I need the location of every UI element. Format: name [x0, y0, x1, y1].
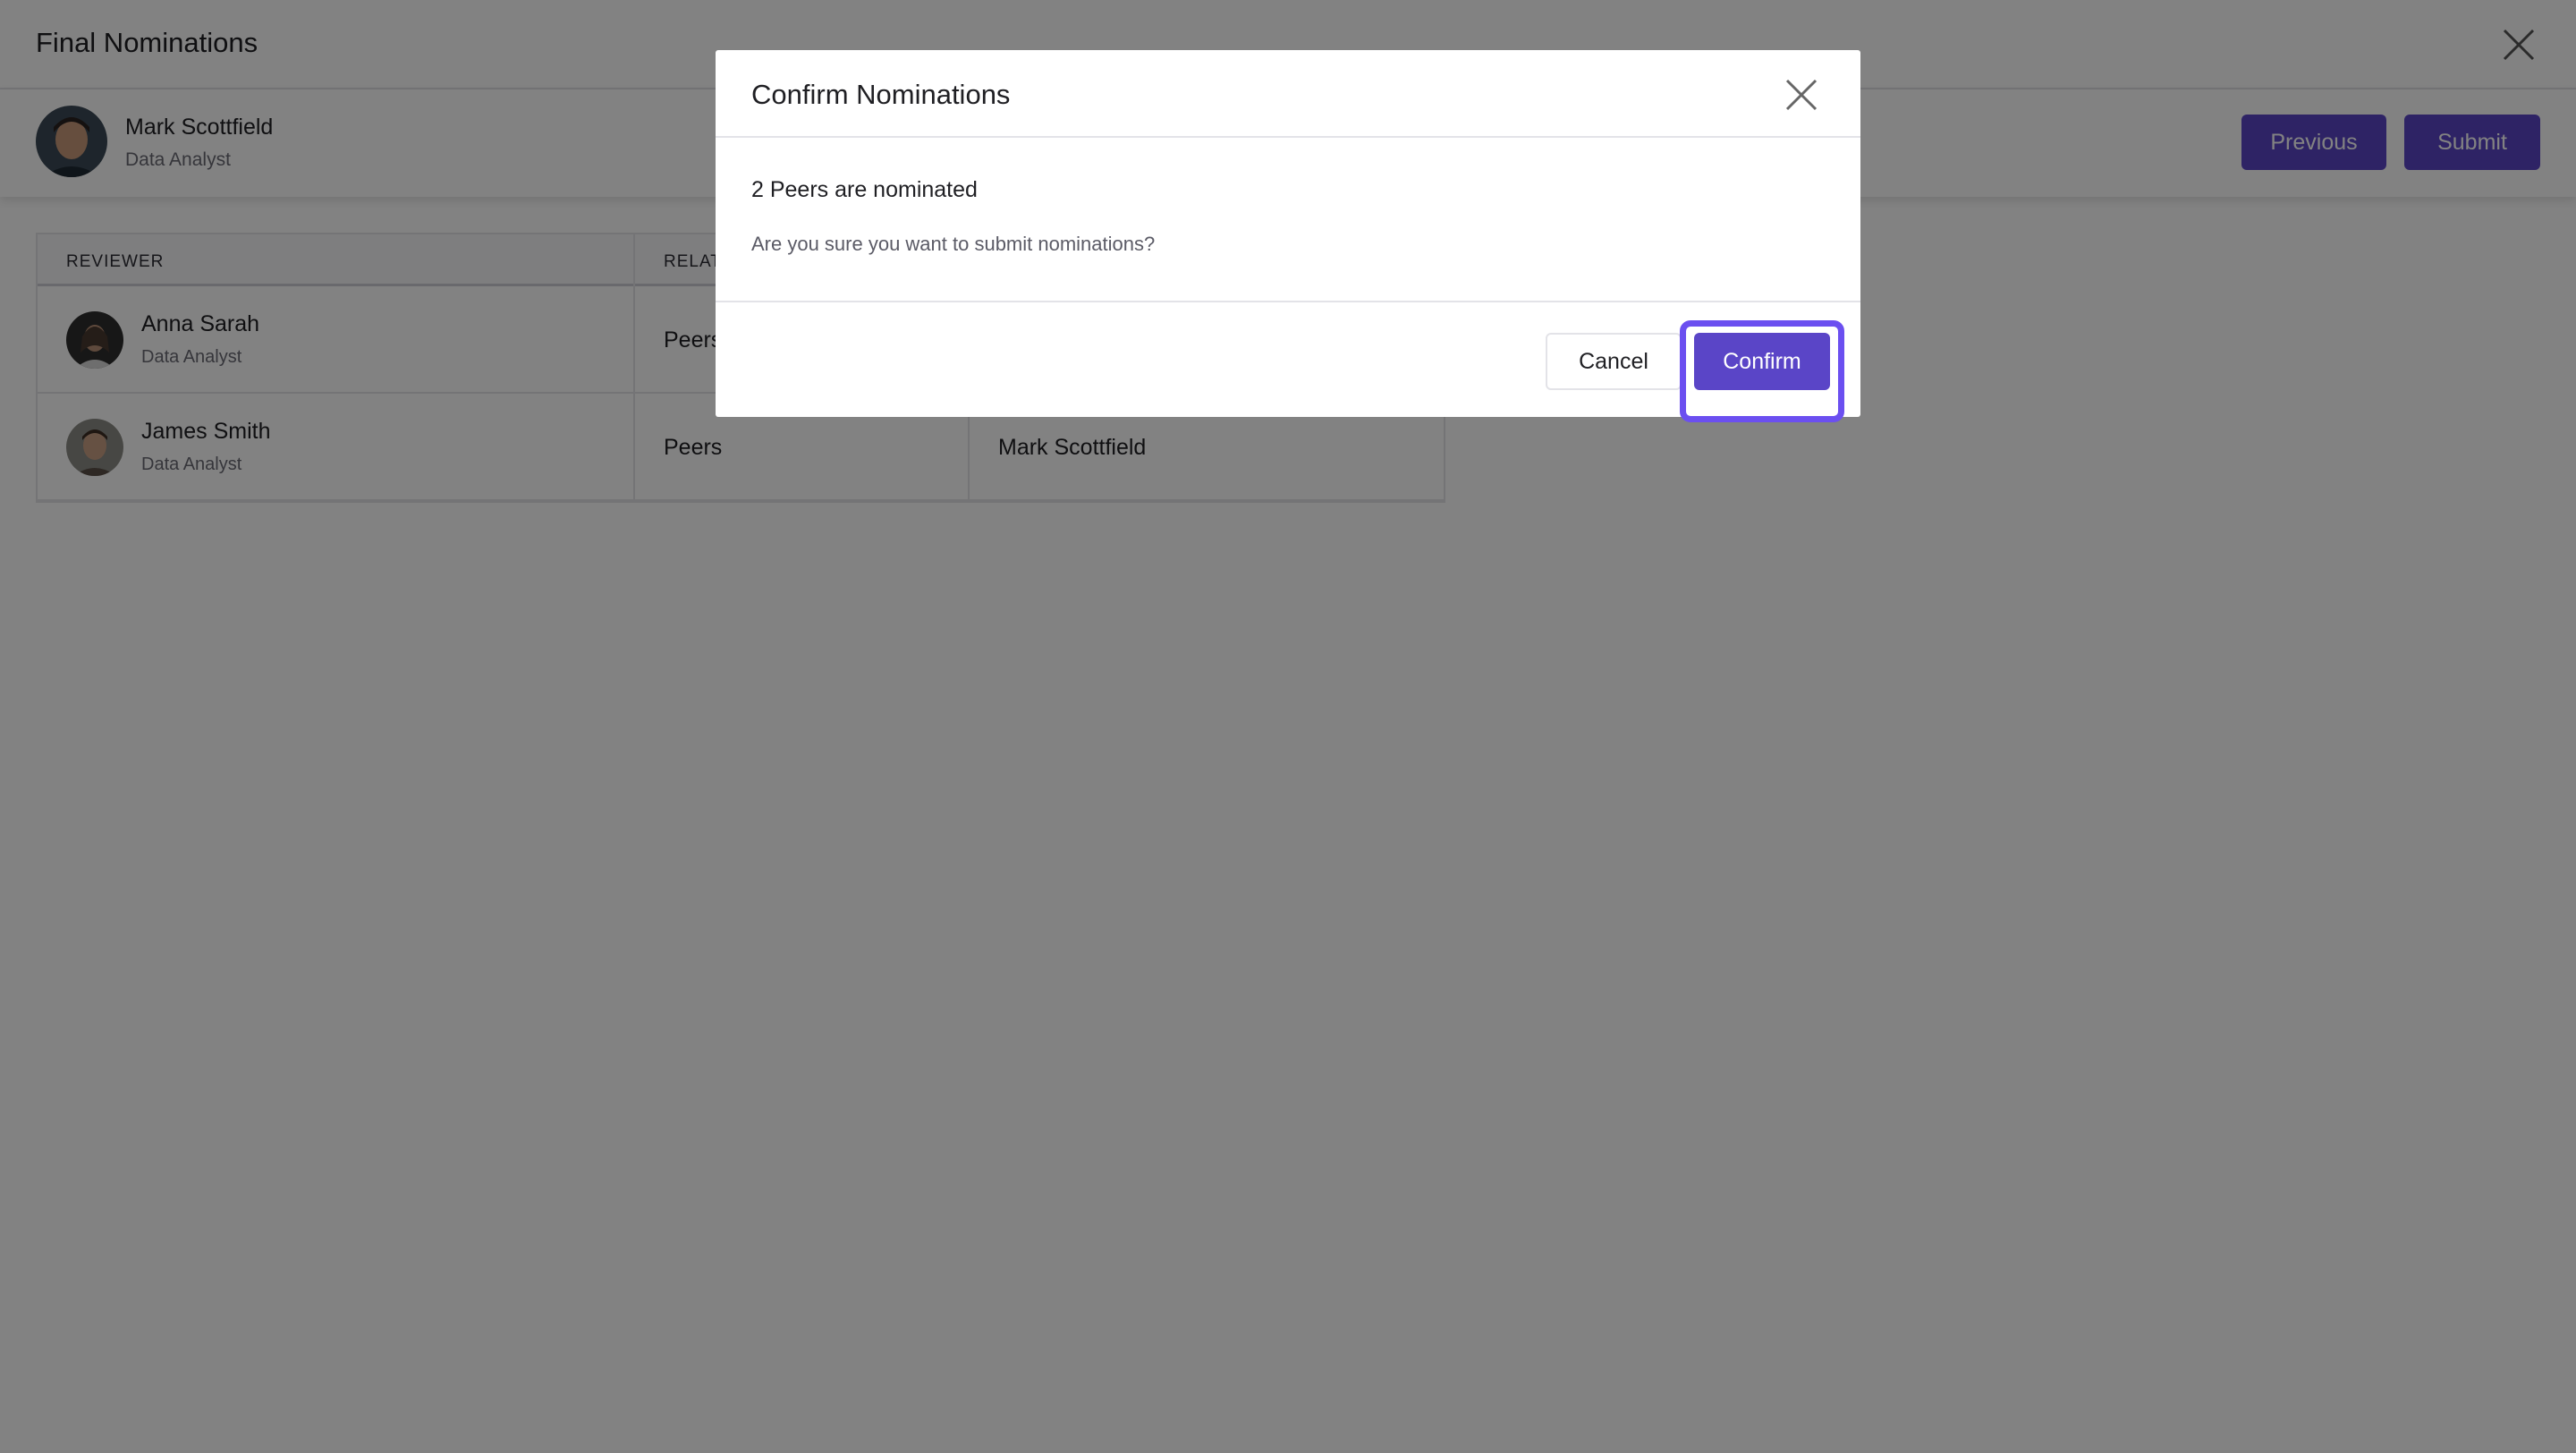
- dialog-heading: 2 Peers are nominated: [751, 177, 978, 202]
- dialog-footer: Cancel Confirm: [716, 301, 1860, 422]
- dialog-header: Confirm Nominations: [716, 50, 1860, 138]
- confirm-button[interactable]: Confirm: [1694, 333, 1830, 390]
- confirm-nominations-dialog: Confirm Nominations 2 Peers are nominate…: [716, 50, 1860, 422]
- close-icon[interactable]: [1784, 77, 1819, 113]
- cancel-button[interactable]: Cancel: [1546, 333, 1682, 390]
- dialog-title: Confirm Nominations: [751, 79, 1011, 110]
- dialog-message: Are you sure you want to submit nominati…: [751, 233, 1156, 255]
